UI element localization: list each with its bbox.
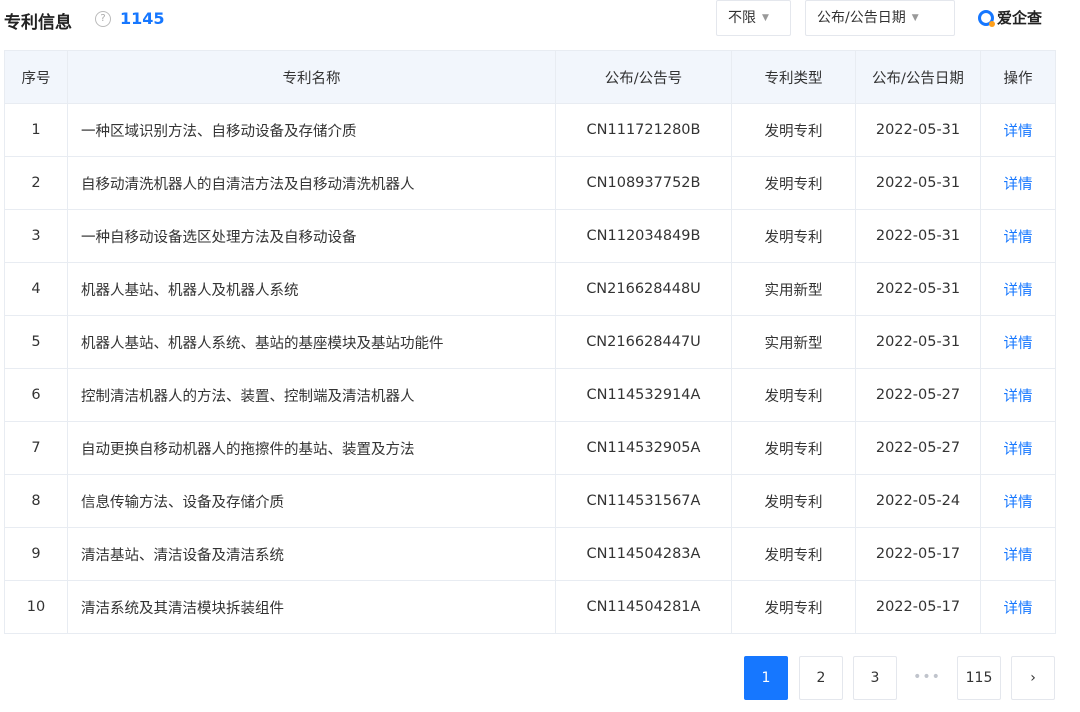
details-link[interactable]: 详情 bbox=[980, 580, 1056, 634]
patent-name: 控制清洁机器人的方法、装置、控制端及清洁机器人 bbox=[67, 368, 556, 422]
pub-date: 2022-05-17 bbox=[855, 527, 981, 581]
patent-type: 发明专利 bbox=[731, 103, 856, 157]
caret-down-icon: ▼ bbox=[762, 13, 769, 23]
patent-type: 发明专利 bbox=[731, 580, 856, 634]
details-link[interactable]: 详情 bbox=[980, 368, 1056, 422]
page-button-2[interactable]: 2 bbox=[799, 656, 843, 700]
pub-date: 2022-05-31 bbox=[855, 103, 981, 157]
pub-no: CN114504283A bbox=[555, 527, 732, 581]
table-row: 1 一种区域识别方法、自移动设备及存储介质 CN111721280B 发明专利 … bbox=[4, 103, 1056, 157]
pub-no: CN216628447U bbox=[555, 315, 732, 369]
pub-date: 2022-05-31 bbox=[855, 262, 981, 316]
pub-no: CN112034849B bbox=[555, 209, 732, 263]
date-sort-filter-label: 公布/公告日期 bbox=[817, 10, 906, 26]
pub-date: 2022-05-17 bbox=[855, 580, 981, 634]
patent-type: 发明专利 bbox=[731, 421, 856, 475]
row-no: 9 bbox=[4, 527, 68, 581]
table-row: 10 清洁系统及其清洁模块拆装组件 CN114504281A 发明专利 2022… bbox=[4, 580, 1056, 634]
column-header-name: 专利名称 bbox=[67, 50, 556, 104]
pub-date: 2022-05-24 bbox=[855, 474, 981, 528]
search-magnifier-logo-icon bbox=[978, 9, 995, 27]
row-no: 7 bbox=[4, 421, 68, 475]
page-button-last[interactable]: 115 bbox=[957, 656, 1001, 700]
patent-name: 信息传输方法、设备及存储介质 bbox=[67, 474, 556, 528]
page-button-3[interactable]: 3 bbox=[853, 656, 897, 700]
details-link[interactable]: 详情 bbox=[980, 421, 1056, 475]
column-header-pub-no: 公布/公告号 bbox=[555, 50, 732, 104]
patent-type: 发明专利 bbox=[731, 209, 856, 263]
table-row: 5 机器人基站、机器人系统、基站的基座模块及基站功能件 CN216628447U… bbox=[4, 315, 1056, 369]
pub-no: CN114532905A bbox=[555, 421, 732, 475]
table-row: 8 信息传输方法、设备及存储介质 CN114531567A 发明专利 2022-… bbox=[4, 474, 1056, 528]
details-link[interactable]: 详情 bbox=[980, 209, 1056, 263]
row-no: 10 bbox=[4, 580, 68, 634]
pub-no: CN111721280B bbox=[555, 103, 732, 157]
pub-date: 2022-05-31 bbox=[855, 209, 981, 263]
row-no: 5 bbox=[4, 315, 68, 369]
aiqicha-logo: 爱企查 bbox=[978, 7, 1042, 31]
logo-text: 爱企查 bbox=[997, 9, 1043, 27]
patent-name: 自移动清洗机器人的自清洁方法及自移动清洗机器人 bbox=[67, 156, 556, 210]
details-link[interactable]: 详情 bbox=[980, 527, 1056, 581]
column-header-action: 操作 bbox=[980, 50, 1056, 104]
chevron-right-icon: › bbox=[1030, 670, 1036, 686]
patent-name: 机器人基站、机器人系统、基站的基座模块及基站功能件 bbox=[67, 315, 556, 369]
help-icon[interactable]: ? bbox=[95, 11, 111, 27]
pub-date: 2022-05-31 bbox=[855, 315, 981, 369]
patent-type: 发明专利 bbox=[731, 156, 856, 210]
row-no: 3 bbox=[4, 209, 68, 263]
pub-date: 2022-05-31 bbox=[855, 156, 981, 210]
column-header-date: 公布/公告日期 bbox=[855, 50, 981, 104]
patent-type: 发明专利 bbox=[731, 474, 856, 528]
patent-table: 序号 专利名称 公布/公告号 专利类型 公布/公告日期 操作 1 一种区域识别方… bbox=[4, 50, 1056, 634]
details-link[interactable]: 详情 bbox=[980, 474, 1056, 528]
caret-down-icon: ▼ bbox=[911, 13, 919, 23]
pagination-ellipsis[interactable]: ••• bbox=[907, 656, 947, 700]
table-row: 7 自动更换自移动机器人的拖擦件的基站、装置及方法 CN114532905A 发… bbox=[4, 421, 1056, 475]
pub-no: CN216628448U bbox=[555, 262, 732, 316]
column-header-type: 专利类型 bbox=[731, 50, 856, 104]
row-no: 1 bbox=[4, 103, 68, 157]
table-row: 2 自移动清洗机器人的自清洁方法及自移动清洗机器人 CN108937752B 发… bbox=[4, 156, 1056, 210]
patent-name: 一种区域识别方法、自移动设备及存储介质 bbox=[67, 103, 556, 157]
table-row: 4 机器人基站、机器人及机器人系统 CN216628448U 实用新型 2022… bbox=[4, 262, 1056, 316]
patent-type: 实用新型 bbox=[731, 315, 856, 369]
table-row: 9 清洁基站、清洁设备及清洁系统 CN114504283A 发明专利 2022-… bbox=[4, 527, 1056, 581]
row-no: 4 bbox=[4, 262, 68, 316]
pub-no: CN114504281A bbox=[555, 580, 732, 634]
next-page-button[interactable]: › bbox=[1011, 656, 1055, 700]
row-no: 2 bbox=[4, 156, 68, 210]
pub-no: CN114531567A bbox=[555, 474, 732, 528]
patent-name: 清洁系统及其清洁模块拆装组件 bbox=[67, 580, 556, 634]
row-no: 8 bbox=[4, 474, 68, 528]
page-button-1[interactable]: 1 bbox=[744, 656, 788, 700]
section-title: 专利信息 bbox=[4, 13, 72, 33]
patent-name: 清洁基站、清洁设备及清洁系统 bbox=[67, 527, 556, 581]
pub-no: CN114532914A bbox=[555, 368, 732, 422]
table-row: 6 控制清洁机器人的方法、装置、控制端及清洁机器人 CN114532914A 发… bbox=[4, 368, 1056, 422]
pub-no: CN108937752B bbox=[555, 156, 732, 210]
patent-name: 一种自移动设备选区处理方法及自移动设备 bbox=[67, 209, 556, 263]
patent-info-panel: 专利信息 ? 1145 不限 ▼ 公布/公告日期 ▼ 爱企查 序号 专利名称 公布/… bbox=[0, 0, 1080, 712]
patent-type-filter-label: 不限 bbox=[728, 10, 756, 26]
pub-date: 2022-05-27 bbox=[855, 421, 981, 475]
panel-header: 专利信息 ? 1145 不限 ▼ 公布/公告日期 ▼ 爱企查 bbox=[0, 0, 1080, 42]
column-header-no: 序号 bbox=[4, 50, 68, 104]
patent-name: 自动更换自移动机器人的拖擦件的基站、装置及方法 bbox=[67, 421, 556, 475]
table-row: 3 一种自移动设备选区处理方法及自移动设备 CN112034849B 发明专利 … bbox=[4, 209, 1056, 263]
table-header-row: 序号 专利名称 公布/公告号 专利类型 公布/公告日期 操作 bbox=[4, 50, 1056, 104]
details-link[interactable]: 详情 bbox=[980, 103, 1056, 157]
patent-type-filter[interactable]: 不限 ▼ bbox=[716, 0, 791, 36]
patent-type: 发明专利 bbox=[731, 368, 856, 422]
patent-type: 实用新型 bbox=[731, 262, 856, 316]
patent-count: 1145 bbox=[120, 9, 165, 28]
date-sort-filter[interactable]: 公布/公告日期 ▼ bbox=[805, 0, 955, 36]
patent-name: 机器人基站、机器人及机器人系统 bbox=[67, 262, 556, 316]
patent-type: 发明专利 bbox=[731, 527, 856, 581]
pub-date: 2022-05-27 bbox=[855, 368, 981, 422]
details-link[interactable]: 详情 bbox=[980, 156, 1056, 210]
row-no: 6 bbox=[4, 368, 68, 422]
details-link[interactable]: 详情 bbox=[980, 315, 1056, 369]
details-link[interactable]: 详情 bbox=[980, 262, 1056, 316]
